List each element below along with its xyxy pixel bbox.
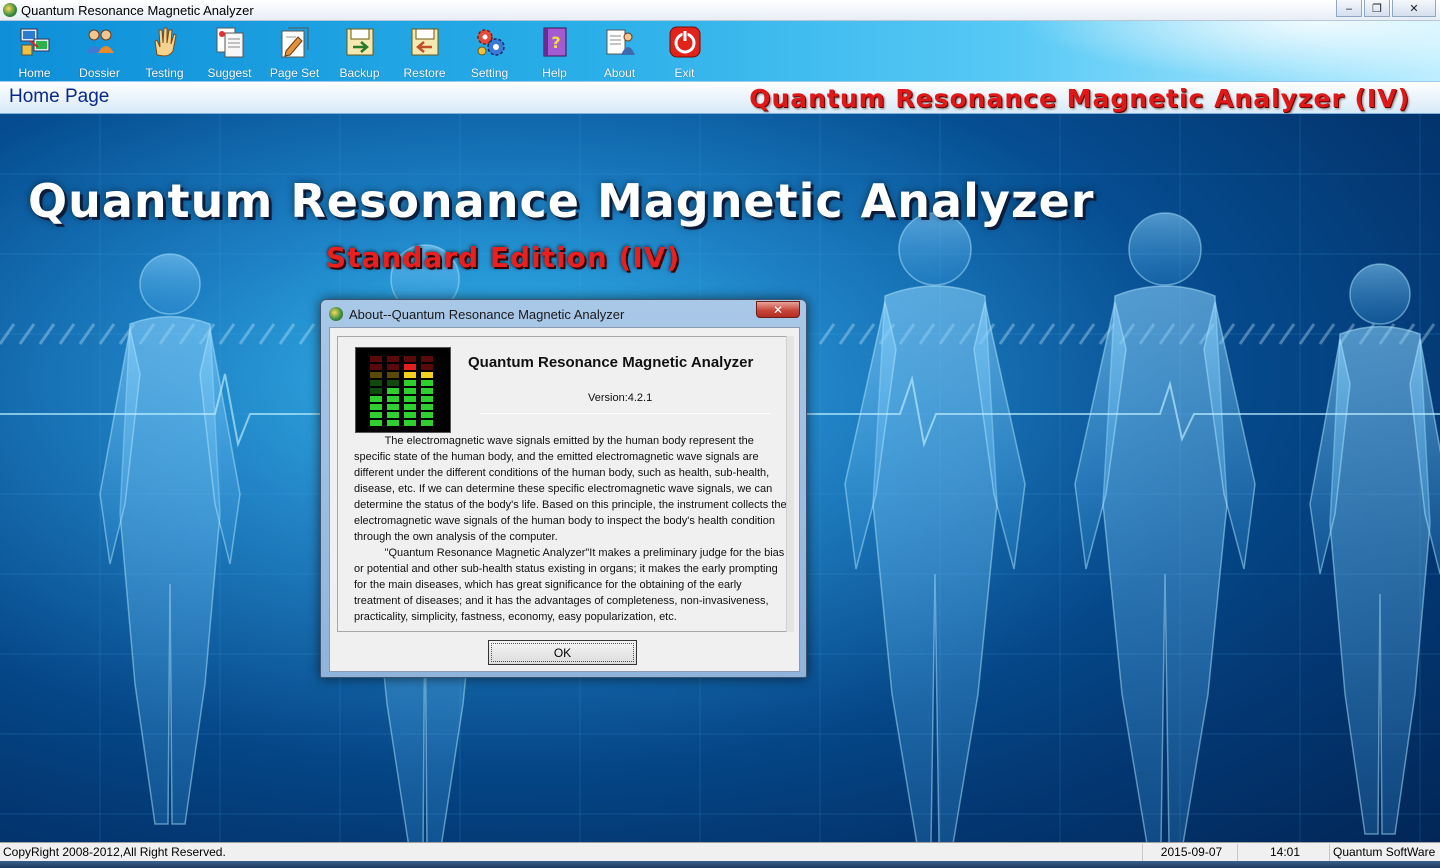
gears-icon (473, 25, 507, 59)
page-title: Home Page (9, 86, 110, 107)
toolbar-home-label: Home (18, 66, 51, 80)
users-icon (83, 25, 117, 59)
toolbar-dossier-button[interactable]: Dossier (67, 21, 132, 81)
app-window: Quantum Resonance Magnetic Analyzer ‒ ❐ … (0, 0, 1440, 868)
toolbar-help-label: Help (542, 66, 567, 80)
window-title: Quantum Resonance Magnetic Analyzer (21, 2, 254, 18)
toolbar-backup-button[interactable]: Backup (327, 21, 392, 81)
toolbar-setting-button[interactable]: Setting (457, 21, 522, 81)
maximize-button[interactable]: ❐ (1364, 0, 1390, 17)
about-dialog-body: Quantum Resonance Magnetic Analyzer Vers… (329, 327, 800, 672)
about-divider (480, 413, 770, 414)
about-info-panel: Quantum Resonance Magnetic Analyzer Vers… (337, 336, 794, 632)
about-description-paragraph-2: "Quantum Resonance Magnetic Analyzer"It … (354, 545, 790, 625)
about-dialog-close-button[interactable]: ✕ (756, 301, 800, 318)
ok-button[interactable]: OK (488, 640, 637, 665)
toolbar-help-button[interactable]: ? Help (522, 21, 587, 81)
toolbar-dossier-label: Dossier (79, 66, 120, 80)
about-description-text-2: "Quantum Resonance Magnetic Analyzer"It … (354, 547, 785, 623)
equalizer-logo-icon (355, 347, 451, 433)
toolbar-backup-label: Backup (339, 66, 380, 80)
main-toolbar: Home Dossier Testing Suggest Page Set Ba… (0, 21, 1440, 81)
toolbar-about-label: About (603, 66, 636, 80)
toolbar-about-button[interactable]: About (587, 21, 652, 81)
status-bar: CopyRight 2008-2012,All Right Reserved. … (0, 842, 1440, 861)
toolbar-home-button[interactable]: Home (2, 21, 67, 81)
home-network-icon (18, 25, 52, 59)
app-logo-icon (3, 3, 17, 17)
about-dialog: About--Quantum Resonance Magnetic Analyz… (320, 299, 807, 678)
about-product-name: Quantum Resonance Magnetic Analyzer (468, 354, 754, 371)
toolbar-restore-button[interactable]: Restore (392, 21, 457, 81)
app-logo-icon (329, 307, 343, 321)
toolbar-testing-button[interactable]: Testing (132, 21, 197, 81)
hero-title: Quantum Resonance Magnetic Analyzer (28, 174, 1095, 228)
product-banner: Quantum Resonance Magnetic Analyzer (IV) (749, 84, 1410, 113)
status-time: 14:01 (1237, 844, 1329, 861)
hand-icon (148, 25, 182, 59)
documents-icon (213, 25, 247, 59)
about-icon (603, 25, 637, 59)
title-bar[interactable]: Quantum Resonance Magnetic Analyzer ‒ ❐ … (0, 0, 1440, 21)
status-date: 2015-09-07 (1142, 844, 1237, 861)
restore-icon (408, 25, 442, 59)
about-description-paragraph-1: The electromagnetic wave signals emitted… (354, 433, 790, 545)
backup-icon (343, 25, 377, 59)
about-version: Version:4.2.1 (588, 392, 653, 404)
status-copyright: CopyRight 2008-2012,All Right Reserved. (3, 845, 226, 859)
hero-subtitle: Standard Edition (IV) (326, 241, 681, 274)
minimize-button[interactable]: ‒ (1336, 0, 1362, 17)
os-taskbar (0, 861, 1440, 868)
power-icon (668, 25, 702, 59)
about-scrollbar[interactable] (786, 336, 794, 632)
close-button[interactable]: ✕ (1392, 0, 1436, 17)
about-dialog-titlebar[interactable]: About--Quantum Resonance Magnetic Analyz… (329, 305, 624, 323)
toolbar-testing-label: Testing (145, 66, 184, 80)
toolbar-setting-label: Setting (470, 66, 509, 80)
toolbar-pageset-button[interactable]: Page Set (262, 21, 327, 81)
toolbar-exit-button[interactable]: Exit (652, 21, 717, 81)
toolbar-suggest-button[interactable]: Suggest (197, 21, 262, 81)
page-header: Home Page Quantum Resonance Magnetic Ana… (0, 81, 1440, 114)
about-dialog-title: About--Quantum Resonance Magnetic Analyz… (349, 306, 625, 322)
page-settings-icon (278, 25, 312, 59)
toolbar-exit-label: Exit (674, 66, 695, 80)
window-controls: ‒ ❐ ✕ (1336, 0, 1436, 17)
svg-text:?: ? (551, 33, 560, 52)
toolbar-pageset-label: Page Set (269, 66, 320, 80)
status-vendor: Quantum SoftWare (1329, 844, 1440, 861)
toolbar-suggest-label: Suggest (207, 66, 252, 80)
help-book-icon: ? (538, 25, 572, 59)
about-description-text-1: The electromagnetic wave signals emitted… (354, 435, 787, 543)
toolbar-restore-label: Restore (403, 66, 446, 80)
